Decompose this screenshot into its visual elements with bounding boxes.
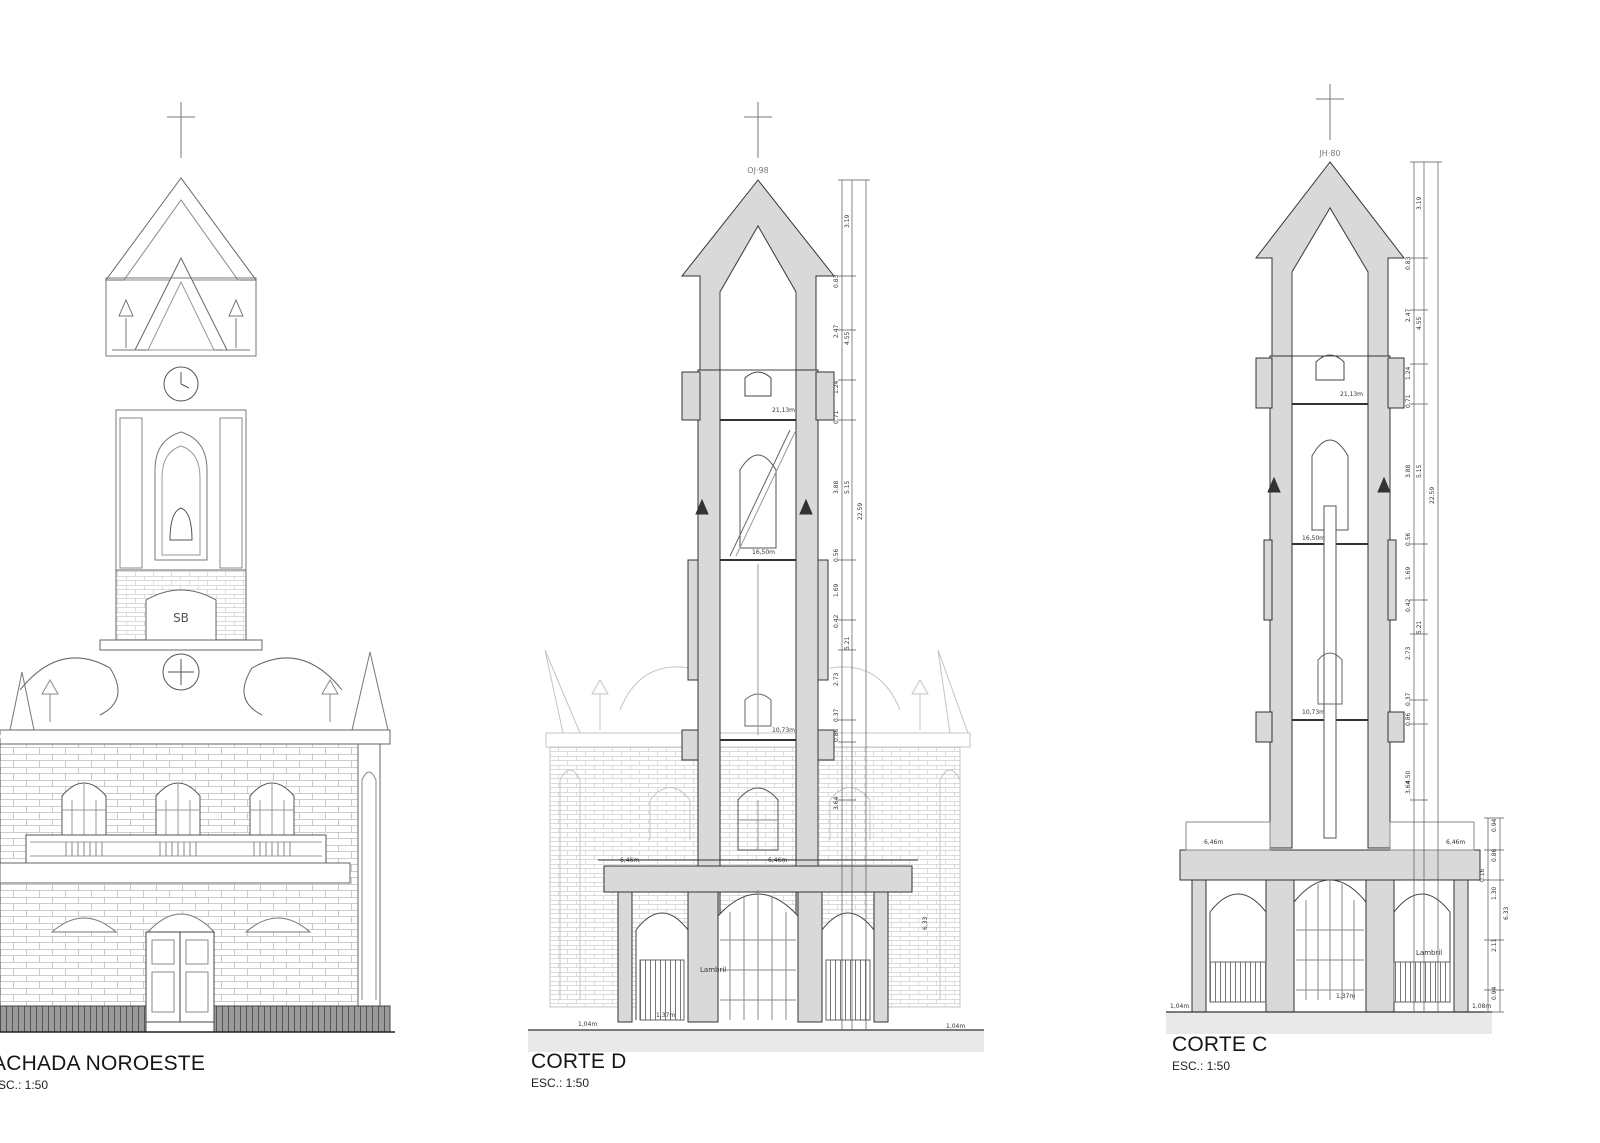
cross-icon: [744, 102, 772, 158]
dimension-label: 0.86: [833, 728, 840, 742]
area-label: 1,37m: [656, 1012, 675, 1019]
dimension-label: 0.94: [1491, 818, 1498, 832]
dimension-label: 1.30: [1491, 886, 1498, 900]
area-label: 6,46m: [1446, 839, 1465, 846]
area-label: 1,04m: [578, 1021, 597, 1028]
dimension-label: 22.59: [1429, 487, 1436, 504]
dimension-label: 0.56: [833, 548, 840, 562]
dimension-label: 2.47: [1405, 308, 1412, 322]
dimension-label: 5.15: [1416, 464, 1423, 478]
dimension-label: 3.64: [1405, 780, 1412, 794]
room-label: Lambril: [700, 966, 726, 974]
dimension-label: 0.83: [1405, 256, 1412, 270]
drawing-sheet: SB OJ·98 Lambril JH·80 Lambril 3.19 0.83…: [0, 0, 1600, 1138]
dimension-label: 4.55: [1416, 316, 1423, 330]
dimension-label: 2.73: [1405, 646, 1412, 660]
dimension-label: 3.64: [833, 796, 840, 810]
area-label: 6,46m: [1204, 839, 1223, 846]
drawing-scale-section-c: ESC.: 1:50: [1172, 1059, 1231, 1073]
dimension-label: 3.19: [844, 214, 851, 228]
dimension-label: 0.42: [1405, 598, 1412, 612]
svg-text:OJ·98: OJ·98: [747, 166, 768, 175]
dimension-label: 5.21: [1416, 620, 1423, 634]
drawing-scale-section-d: ESC.: 1:50: [531, 1076, 590, 1090]
dimension-label: 22.59: [857, 503, 864, 520]
area-label: 16,50m: [1302, 535, 1325, 542]
area-label: 1,04m: [1170, 1003, 1189, 1010]
area-label: 1,04m: [946, 1023, 965, 1030]
area-label: 6,46m: [768, 857, 787, 864]
drawing-title-section-d: CORTE D: [531, 1050, 627, 1073]
dimension-label: 1.24: [1405, 366, 1412, 380]
area-label: 10,73m: [1302, 709, 1325, 716]
area-label: 21,13m: [1340, 391, 1363, 398]
dimension-label: 2.11: [1491, 938, 1498, 952]
area-label: 10,73m: [772, 727, 795, 734]
dimension-label: 3.19: [1416, 196, 1423, 210]
architectural-drawings: SB OJ·98 Lambril JH·80 Lambril 3.190.832…: [0, 84, 1510, 1052]
dimension-label: 3.88: [833, 480, 840, 494]
dimension-label: 0.56: [1405, 532, 1412, 546]
dimension-label: 0.86: [1491, 848, 1498, 862]
dimension-label: 1.69: [833, 583, 840, 597]
dimension-label: 3.88: [1405, 464, 1412, 478]
area-label: 1,08m: [1472, 1003, 1491, 1010]
area-label: 6,46m: [620, 857, 639, 864]
dimension-label: 0.94: [1491, 986, 1498, 1000]
facade-elevation: SB: [0, 102, 395, 1033]
dimension-label: 0.37: [1405, 692, 1412, 706]
dimension-label: 0.83: [833, 274, 840, 288]
dimension-label: 0.42: [833, 614, 840, 628]
dimension-label: 0.71: [833, 410, 840, 424]
dimension-label: 0.37: [833, 708, 840, 722]
drawing-scale-facade: ESC.: 1:50: [0, 1078, 49, 1092]
bell-icon: [169, 507, 193, 541]
area-label: 16,50m: [752, 549, 775, 556]
section-c: JH·80 Lambril: [1166, 84, 1504, 1034]
dimension-label: 0.71: [1405, 394, 1412, 408]
area-label: 1,37m: [1336, 993, 1355, 1000]
tower-monogram: SB: [173, 611, 189, 625]
dimension-label: 2.47: [833, 324, 840, 338]
drawing-title-facade: ACHADA NOROESTE: [0, 1052, 206, 1075]
dimension-label: 0.16: [1479, 868, 1486, 882]
dimension-label: 2.73: [833, 672, 840, 686]
dimension-label: 4.55: [844, 331, 851, 345]
dimension-label: 1.69: [1405, 566, 1412, 580]
area-label: 21,13m: [772, 407, 795, 414]
drawing-title-section-c: CORTE C: [1172, 1033, 1268, 1056]
dimension-label: 0.86: [1405, 712, 1412, 726]
dimension-label: 1.24: [833, 380, 840, 394]
dimension-label: 5.21: [844, 636, 851, 650]
dimension-label: 6.33: [1503, 906, 1510, 920]
cross-icon: [1316, 84, 1344, 140]
section-d: OJ·98 Lambril: [528, 102, 984, 1052]
dimension-label: 6.33: [922, 916, 929, 930]
svg-text:JH·80: JH·80: [1318, 149, 1340, 158]
dimension-label: 5.15: [844, 480, 851, 494]
cross-icon: [167, 102, 195, 158]
